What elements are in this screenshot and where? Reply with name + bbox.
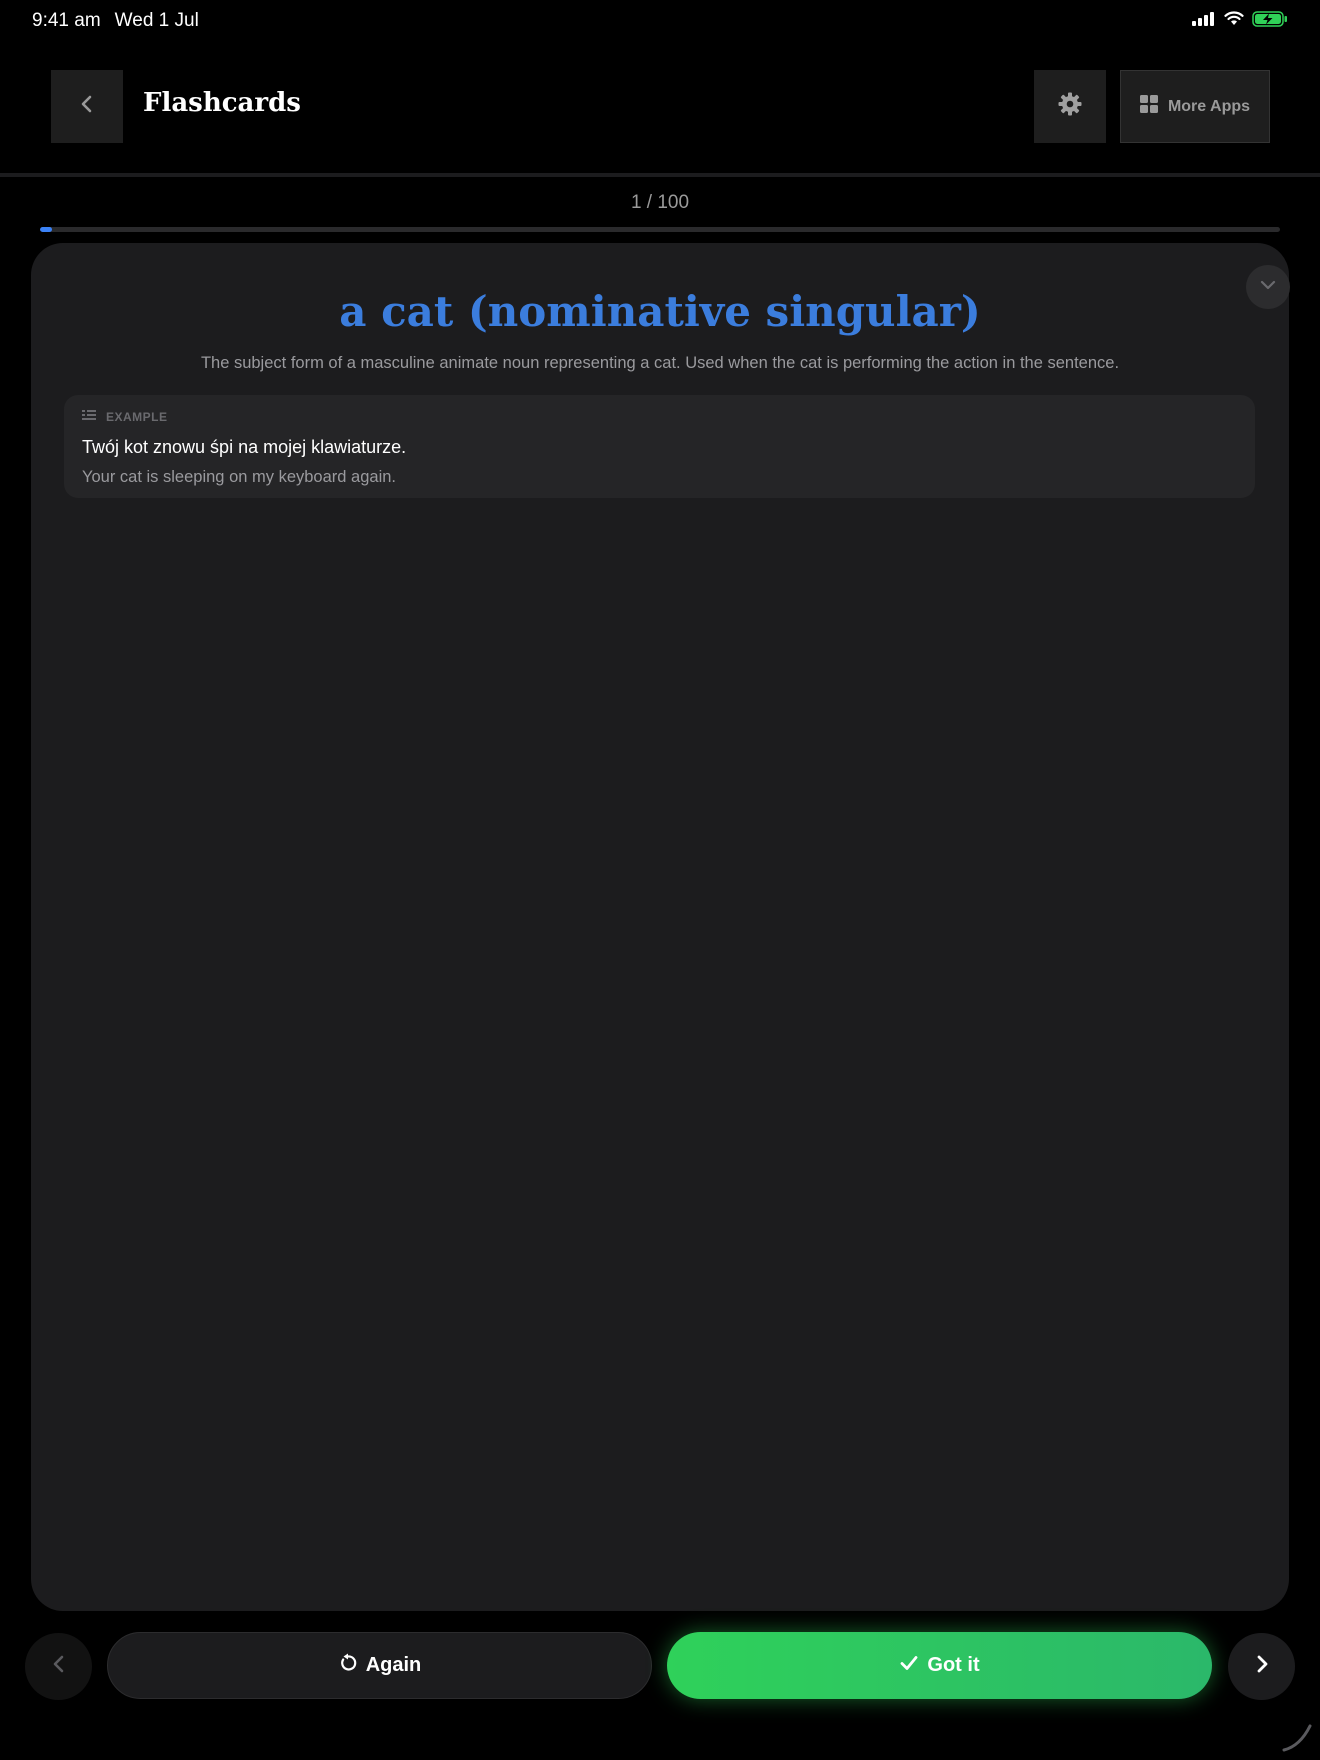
status-left: 9:41 am Wed 1 Jul bbox=[32, 10, 199, 32]
list-icon bbox=[82, 408, 96, 426]
chevron-right-icon bbox=[1254, 1652, 1270, 1681]
wifi-icon bbox=[1224, 11, 1244, 31]
card-definition: The subject form of a masculine animate … bbox=[200, 354, 1120, 372]
progress-counter: 1 / 100 bbox=[630, 192, 690, 213]
page-title: Flashcards bbox=[143, 88, 301, 118]
chevron-left-icon bbox=[51, 1652, 67, 1681]
again-label: Again bbox=[365, 1654, 422, 1676]
app-header: Flashcards More Apps bbox=[0, 70, 1320, 144]
header-divider bbox=[0, 173, 1320, 177]
next-card-button[interactable] bbox=[1228, 1633, 1295, 1700]
card-term: a cat (nominative singular) bbox=[339, 287, 981, 336]
cellular-signal-icon bbox=[1192, 11, 1216, 31]
status-date: Wed 1 Jul bbox=[114, 10, 199, 31]
battery-charging-icon bbox=[1252, 10, 1288, 32]
refresh-icon bbox=[338, 1653, 358, 1679]
example-box: EXAMPLE Twój kot znowu śpi na mojej klaw… bbox=[64, 395, 1255, 498]
progress-bar-fill bbox=[40, 227, 53, 232]
chevron-left-icon bbox=[79, 93, 95, 120]
flashcards-screen: 9:41 am Wed 1 Jul Flashcards More Apps 1… bbox=[0, 0, 1320, 1760]
example-header: EXAMPLE bbox=[82, 409, 1237, 425]
example-label: EXAMPLE bbox=[106, 410, 168, 424]
got-it-button[interactable]: Got it bbox=[667, 1632, 1212, 1699]
settings-button[interactable] bbox=[1034, 70, 1106, 143]
resize-handle-icon[interactable] bbox=[1280, 1720, 1314, 1754]
back-button[interactable] bbox=[51, 70, 123, 143]
previous-card-button[interactable] bbox=[25, 1633, 92, 1700]
flashcard[interactable]: a cat (nominative singular) The subject … bbox=[31, 243, 1290, 1611]
more-apps-label: More Apps bbox=[1167, 97, 1251, 115]
status-time: 9:41 am bbox=[32, 10, 101, 31]
got-it-label: Got it bbox=[927, 1654, 980, 1676]
progress-bar bbox=[40, 227, 1280, 232]
gear-icon bbox=[1057, 91, 1083, 122]
grid-icon bbox=[1139, 95, 1158, 118]
example-translation: Your cat is sleeping on my keyboard agai… bbox=[82, 468, 396, 486]
checkmark-icon bbox=[899, 1654, 919, 1678]
again-button[interactable]: Again bbox=[107, 1632, 652, 1699]
status-bar: 9:41 am Wed 1 Jul bbox=[0, 0, 1320, 42]
example-sentence: Twój kot znowu śpi na mojej klawiaturze. bbox=[82, 437, 407, 457]
more-apps-button[interactable]: More Apps bbox=[1120, 70, 1270, 143]
status-right bbox=[1192, 10, 1288, 32]
